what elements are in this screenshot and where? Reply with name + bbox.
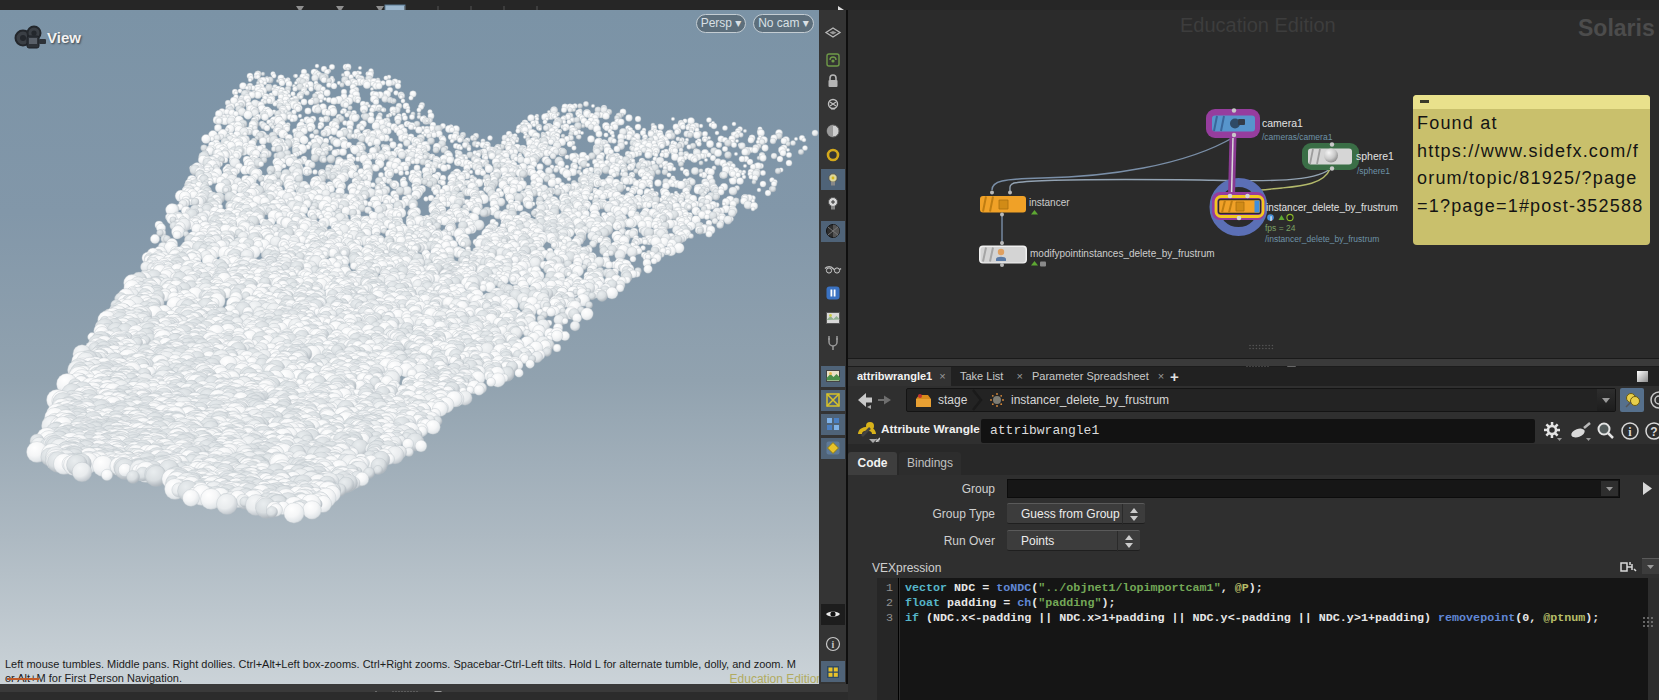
svg-text:/cameras/camera1: /cameras/camera1 [1262,132,1333,142]
svg-text:instancer: instancer [1029,197,1070,208]
svg-text:?: ? [1650,425,1657,439]
svg-text:instancer_delete_by_frustrum: instancer_delete_by_frustrum [1266,202,1398,213]
svg-text:camera1: camera1 [1262,117,1303,129]
svg-text:/instancer_delete_by_frustrum: /instancer_delete_by_frustrum [1265,234,1379,244]
svg-text:i: i [1628,425,1632,439]
svg-text:i: i [832,639,835,650]
svg-text:sphere1: sphere1 [1356,150,1394,162]
svg-text:/sphere1: /sphere1 [1357,166,1390,176]
svg-text:fps = 24: fps = 24 [1265,223,1296,233]
svg-text:i: i [1270,215,1272,222]
svg-text:modifypointinstances_delete_by: modifypointinstances_delete_by_frustrum [1030,248,1215,259]
